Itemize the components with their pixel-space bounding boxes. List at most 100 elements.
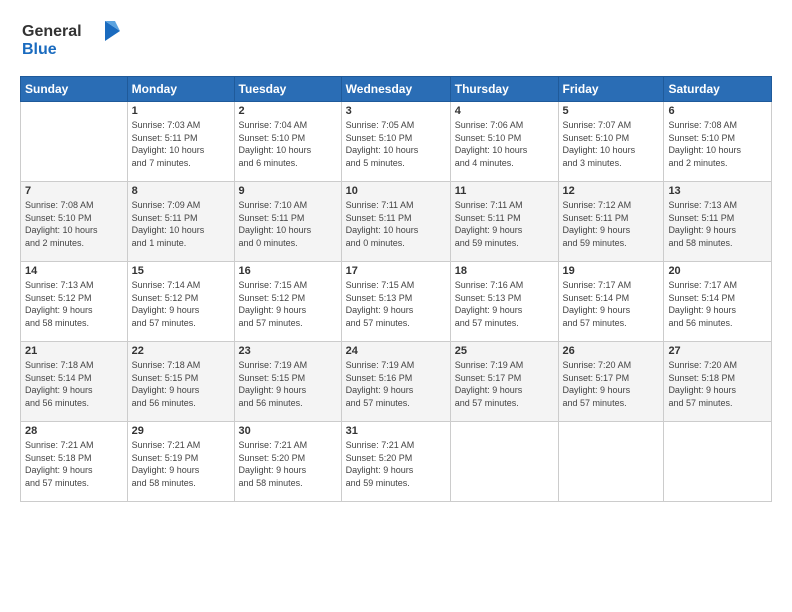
calendar-cell: 31 Sunrise: 7:21 AM Sunset: 5:20 PM Dayli… [341, 422, 450, 502]
calendar-week-4: 21 Sunrise: 7:18 AM Sunset: 5:14 PM Dayli… [21, 342, 772, 422]
day-number: 26 [563, 345, 660, 357]
day-info: Sunrise: 7:21 AM Sunset: 5:20 PM Dayligh… [346, 439, 446, 489]
calendar-cell: 13Sunrise: 7:13 AM Sunset: 5:11 PM Dayli… [664, 182, 772, 262]
calendar-cell: 26Sunrise: 7:20 AM Sunset: 5:17 PM Dayli… [558, 342, 664, 422]
day-info: Sunrise: 7:04 AM Sunset: 5:10 PM Dayligh… [239, 119, 337, 169]
calendar-cell: 10 Sunrise: 7:11 AM Sunset: 5:11 PM Dayli… [341, 182, 450, 262]
day-info: Sunrise: 7:06 AM Sunset: 5:10 PM Dayligh… [455, 119, 554, 169]
day-number: 7 [25, 185, 123, 197]
logo-text: General Blue [20, 16, 130, 66]
day-info: Sunrise: 7:18 AM Sunset: 5:14 PM Dayligh… [25, 359, 123, 409]
day-info: Sunrise: 7:18 AM Sunset: 5:15 PM Dayligh… [132, 359, 230, 409]
svg-text:Blue: Blue [22, 41, 57, 58]
header: General Blue [20, 16, 772, 66]
day-info: Sunrise: 7:19 AM Sunset: 5:15 PM Dayligh… [239, 359, 337, 409]
day-info: Sunrise: 7:10 AM Sunset: 5:11 PM Dayligh… [239, 199, 337, 249]
weekday-tuesday: Tuesday [234, 77, 341, 102]
calendar-cell: 24 Sunrise: 7:19 AM Sunset: 5:16 PM Dayli… [341, 342, 450, 422]
calendar-week-2: 7 Sunrise: 7:08 AM Sunset: 5:10 PM Daylig… [21, 182, 772, 262]
calendar-cell: 6 Sunrise: 7:08 AM Sunset: 5:10 PM Daylig… [664, 102, 772, 182]
day-number: 23 [239, 345, 337, 357]
calendar-cell: 22 Sunrise: 7:18 AM Sunset: 5:15 PM Dayli… [127, 342, 234, 422]
calendar-cell: 11Sunrise: 7:11 AM Sunset: 5:11 PM Dayli… [450, 182, 558, 262]
day-info: Sunrise: 7:13 AM Sunset: 5:12 PM Dayligh… [25, 279, 123, 329]
calendar-cell: 9 Sunrise: 7:10 AM Sunset: 5:11 PM Daylig… [234, 182, 341, 262]
day-info: Sunrise: 7:07 AM Sunset: 5:10 PM Dayligh… [563, 119, 660, 169]
day-number: 2 [239, 105, 337, 117]
day-number: 5 [563, 105, 660, 117]
calendar-cell [558, 422, 664, 502]
day-info: Sunrise: 7:08 AM Sunset: 5:10 PM Dayligh… [668, 119, 767, 169]
day-number: 22 [132, 345, 230, 357]
calendar-cell: 14 Sunrise: 7:13 AM Sunset: 5:12 PM Dayli… [21, 262, 128, 342]
day-number: 24 [346, 345, 446, 357]
calendar-cell: 16Sunrise: 7:15 AM Sunset: 5:12 PM Dayli… [234, 262, 341, 342]
day-info: Sunrise: 7:03 AM Sunset: 5:11 PM Dayligh… [132, 119, 230, 169]
day-info: Sunrise: 7:19 AM Sunset: 5:17 PM Dayligh… [455, 359, 554, 409]
calendar-cell: 23 Sunrise: 7:19 AM Sunset: 5:15 PM Dayli… [234, 342, 341, 422]
calendar-cell: 8 Sunrise: 7:09 AM Sunset: 5:11 PM Daylig… [127, 182, 234, 262]
calendar-cell: 30Sunrise: 7:21 AM Sunset: 5:20 PM Dayli… [234, 422, 341, 502]
day-number: 8 [132, 185, 230, 197]
day-number: 14 [25, 265, 123, 277]
day-info: Sunrise: 7:20 AM Sunset: 5:18 PM Dayligh… [668, 359, 767, 409]
day-number: 3 [346, 105, 446, 117]
calendar-cell: 1 Sunrise: 7:03 AM Sunset: 5:11 PM Daylig… [127, 102, 234, 182]
day-number: 10 [346, 185, 446, 197]
day-number: 25 [455, 345, 554, 357]
day-number: 19 [563, 265, 660, 277]
day-info: Sunrise: 7:17 AM Sunset: 5:14 PM Dayligh… [563, 279, 660, 329]
day-number: 12 [563, 185, 660, 197]
day-number: 17 [346, 265, 446, 277]
calendar-cell [664, 422, 772, 502]
day-info: Sunrise: 7:14 AM Sunset: 5:12 PM Dayligh… [132, 279, 230, 329]
day-info: Sunrise: 7:15 AM Sunset: 5:12 PM Dayligh… [239, 279, 337, 329]
calendar-cell: 15Sunrise: 7:14 AM Sunset: 5:12 PM Dayli… [127, 262, 234, 342]
weekday-friday: Friday [558, 77, 664, 102]
calendar-cell: 18 Sunrise: 7:16 AM Sunset: 5:13 PM Dayli… [450, 262, 558, 342]
day-number: 6 [668, 105, 767, 117]
calendar-cell: 7 Sunrise: 7:08 AM Sunset: 5:10 PM Daylig… [21, 182, 128, 262]
calendar-week-5: 28Sunrise: 7:21 AM Sunset: 5:18 PM Dayli… [21, 422, 772, 502]
day-info: Sunrise: 7:12 AM Sunset: 5:11 PM Dayligh… [563, 199, 660, 249]
calendar-cell: 17Sunrise: 7:15 AM Sunset: 5:13 PM Dayli… [341, 262, 450, 342]
calendar-cell: 28Sunrise: 7:21 AM Sunset: 5:18 PM Dayli… [21, 422, 128, 502]
calendar-cell: 2 Sunrise: 7:04 AM Sunset: 5:10 PM Daylig… [234, 102, 341, 182]
weekday-wednesday: Wednesday [341, 77, 450, 102]
day-number: 29 [132, 425, 230, 437]
calendar-cell [450, 422, 558, 502]
day-info: Sunrise: 7:17 AM Sunset: 5:14 PM Dayligh… [668, 279, 767, 329]
day-number: 9 [239, 185, 337, 197]
weekday-header-row: SundayMondayTuesdayWednesdayThursdayFrid… [21, 77, 772, 102]
calendar-week-1: 1 Sunrise: 7:03 AM Sunset: 5:11 PM Daylig… [21, 102, 772, 182]
day-number: 21 [25, 345, 123, 357]
calendar-cell: 21 Sunrise: 7:18 AM Sunset: 5:14 PM Dayli… [21, 342, 128, 422]
weekday-sunday: Sunday [21, 77, 128, 102]
calendar-cell: 5 Sunrise: 7:07 AM Sunset: 5:10 PM Daylig… [558, 102, 664, 182]
calendar-cell: 3 Sunrise: 7:05 AM Sunset: 5:10 PM Daylig… [341, 102, 450, 182]
day-number: 1 [132, 105, 230, 117]
weekday-thursday: Thursday [450, 77, 558, 102]
day-info: Sunrise: 7:16 AM Sunset: 5:13 PM Dayligh… [455, 279, 554, 329]
day-info: Sunrise: 7:05 AM Sunset: 5:10 PM Dayligh… [346, 119, 446, 169]
calendar-table: SundayMondayTuesdayWednesdayThursdayFrid… [20, 76, 772, 502]
day-number: 20 [668, 265, 767, 277]
day-info: Sunrise: 7:21 AM Sunset: 5:19 PM Dayligh… [132, 439, 230, 489]
day-info: Sunrise: 7:21 AM Sunset: 5:18 PM Dayligh… [25, 439, 123, 489]
day-number: 4 [455, 105, 554, 117]
day-number: 11 [455, 185, 554, 197]
calendar-cell [21, 102, 128, 182]
day-number: 31 [346, 425, 446, 437]
day-number: 13 [668, 185, 767, 197]
weekday-saturday: Saturday [664, 77, 772, 102]
day-info: Sunrise: 7:08 AM Sunset: 5:10 PM Dayligh… [25, 199, 123, 249]
day-number: 30 [239, 425, 337, 437]
day-info: Sunrise: 7:09 AM Sunset: 5:11 PM Dayligh… [132, 199, 230, 249]
calendar-cell: 25 Sunrise: 7:19 AM Sunset: 5:17 PM Dayli… [450, 342, 558, 422]
day-number: 18 [455, 265, 554, 277]
calendar-cell: 29 Sunrise: 7:21 AM Sunset: 5:19 PM Dayli… [127, 422, 234, 502]
day-info: Sunrise: 7:11 AM Sunset: 5:11 PM Dayligh… [346, 199, 446, 249]
calendar-cell: 27Sunrise: 7:20 AM Sunset: 5:18 PM Dayli… [664, 342, 772, 422]
svg-text:General: General [22, 23, 82, 40]
day-info: Sunrise: 7:19 AM Sunset: 5:16 PM Dayligh… [346, 359, 446, 409]
